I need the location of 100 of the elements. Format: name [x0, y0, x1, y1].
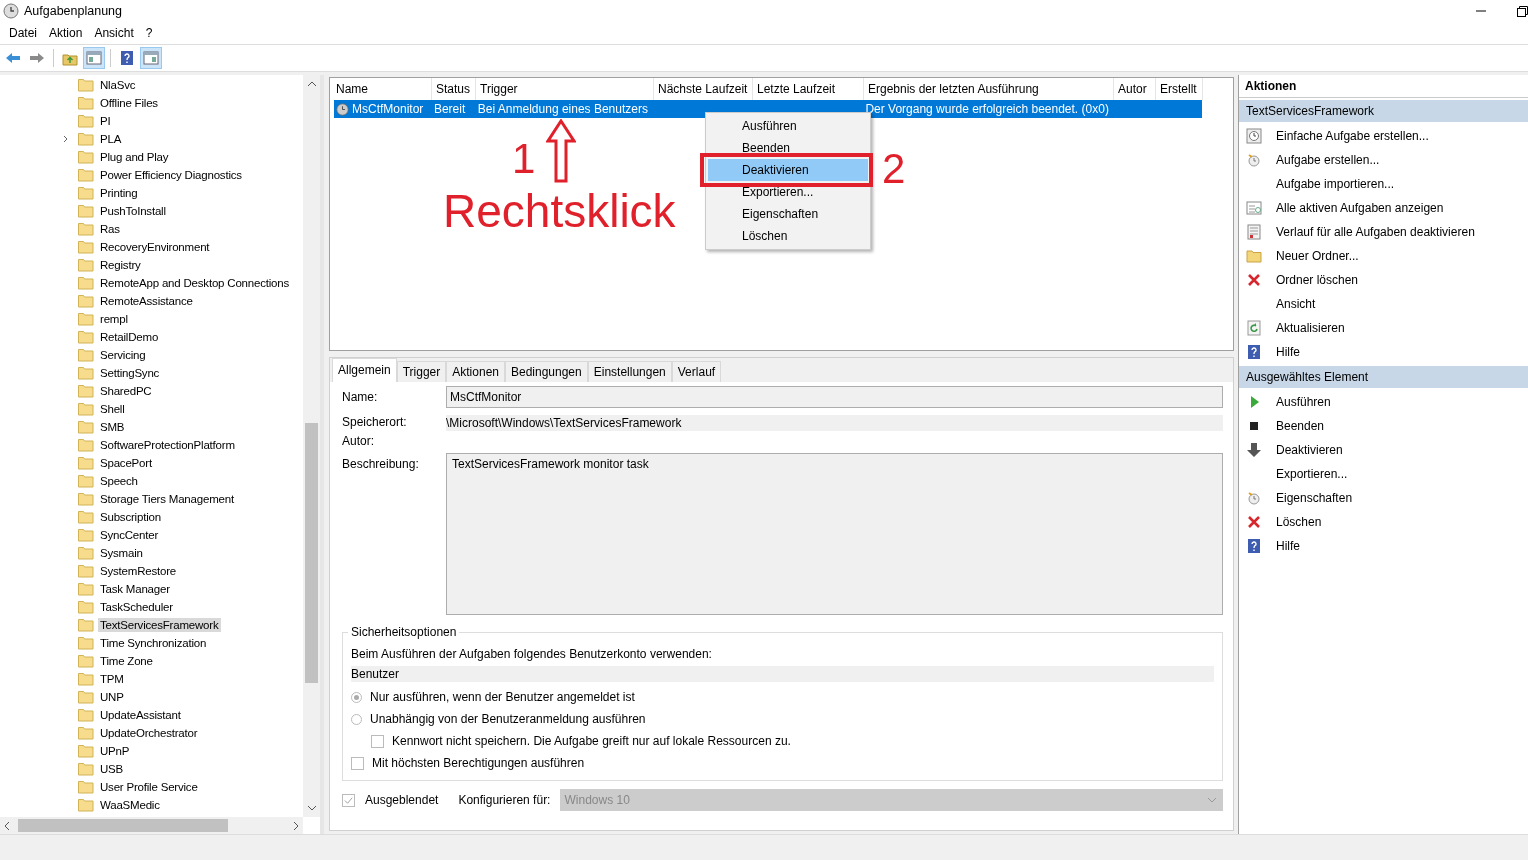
section-header[interactable]: Ausgewähltes Element	[1239, 366, 1528, 388]
tab[interactable]: Allgemein	[332, 358, 397, 382]
tree-item[interactable]: Printing	[98, 186, 140, 200]
tree-item[interactable]: UNP	[98, 690, 126, 704]
context-menu-item[interactable]: Löschen	[708, 225, 868, 247]
tab[interactable]: Trigger	[396, 361, 447, 382]
tree-item[interactable]: UpdateAssistant	[98, 708, 183, 722]
checkbox[interactable]	[371, 734, 384, 748]
tree-item[interactable]: SettingSync	[98, 366, 162, 380]
tree-item[interactable]: UpdateOrchestrator	[98, 726, 200, 740]
action-link[interactable]: Verlauf für alle Aufgaben deaktivieren	[1276, 225, 1475, 239]
tree-item[interactable]: PushToInstall	[98, 204, 168, 218]
tree-item[interactable]: PI	[98, 114, 113, 128]
folder-icon	[78, 294, 94, 308]
action-link[interactable]: Hilfe	[1276, 539, 1300, 553]
tree-item[interactable]: RetailDemo	[98, 330, 161, 344]
context-menu-item[interactable]: Beenden	[708, 137, 868, 159]
folder-icon	[78, 708, 94, 722]
tree-item[interactable]: SpacePort	[98, 456, 154, 470]
radio-button[interactable]	[351, 691, 362, 703]
action-link[interactable]: Einfache Aufgabe erstellen...	[1276, 129, 1429, 143]
tree-item[interactable]: WaaSMedic	[98, 798, 162, 812]
scroll-right-icon[interactable]	[293, 820, 299, 831]
tree-item[interactable]: USB	[98, 762, 126, 776]
tree-item[interactable]: SharedPC	[98, 384, 154, 398]
tree-item[interactable]: SMB	[98, 420, 127, 434]
menu-item[interactable]: ?	[140, 26, 158, 40]
tree-item[interactable]: User Profile Service	[98, 780, 200, 794]
scroll-up-icon[interactable]	[306, 81, 317, 87]
radio-button[interactable]	[351, 713, 362, 725]
action-link[interactable]: Alle aktiven Aufgaben anzeigen	[1276, 201, 1444, 215]
delete-icon	[1246, 272, 1262, 288]
checkbox[interactable]	[351, 756, 364, 770]
tree-item[interactable]: PLA	[98, 132, 124, 146]
context-menu-item[interactable]: Deaktivieren	[708, 159, 868, 181]
expand-chevron-icon[interactable]	[62, 135, 70, 143]
action-link[interactable]: Eigenschaften	[1276, 491, 1353, 505]
scroll-left-icon[interactable]	[4, 820, 10, 831]
tree-item[interactable]: TaskScheduler	[98, 600, 175, 614]
tab[interactable]: Aktionen	[446, 361, 505, 382]
action-link[interactable]: Exportieren...	[1276, 467, 1348, 481]
field-label: Konfigurieren für:	[458, 793, 551, 807]
action-link[interactable]: Löschen	[1276, 515, 1322, 529]
name-field[interactable]: MsCtfMonitor	[446, 386, 1223, 408]
action-link[interactable]: Hilfe	[1276, 345, 1300, 359]
restore-icon[interactable]	[1516, 5, 1528, 17]
tree-item[interactable]: Offline Files	[98, 96, 160, 110]
action-link[interactable]: Aufgabe erstellen...	[1276, 153, 1380, 167]
tree-item[interactable]: NlaSvc	[98, 78, 138, 92]
action-link[interactable]: Ordner löschen	[1276, 273, 1359, 287]
pane-right-button[interactable]	[140, 47, 162, 69]
section-header[interactable]: TextServicesFramework	[1239, 100, 1528, 122]
tree-item[interactable]: Subscription	[98, 510, 163, 524]
option-label: Kennwort nicht speichern. Die Aufgabe greift nur auf lokale Ressourcen zu.	[392, 734, 791, 748]
document-icon	[1246, 224, 1262, 240]
tree-item[interactable]: RemoteAssistance	[98, 294, 195, 308]
tree-item[interactable]: Servicing	[98, 348, 148, 362]
menu-item[interactable]: Datei	[4, 26, 42, 40]
action-link[interactable]: Beenden	[1276, 419, 1325, 433]
action-link[interactable]: Ausführen	[1276, 395, 1331, 409]
folder-icon	[78, 582, 94, 596]
context-menu-item[interactable]: Exportieren...	[708, 181, 868, 203]
tree-item[interactable]: SystemRestore	[98, 564, 178, 578]
tab[interactable]: Einstellungen	[587, 361, 672, 382]
tree-item[interactable]: Ras	[98, 222, 122, 236]
scroll-down-icon[interactable]	[306, 805, 317, 811]
tree-item[interactable]: SoftwareProtectionPlatform	[98, 438, 237, 452]
tab[interactable]: Verlauf	[671, 361, 722, 382]
action-link[interactable]: Aktualisieren	[1276, 321, 1345, 335]
action-link[interactable]: Neuer Ordner...	[1276, 249, 1359, 263]
tree-item[interactable]: Registry	[98, 258, 143, 272]
tree-item[interactable]: Time Synchronization	[98, 636, 209, 650]
tree-item[interactable]: Storage Tiers Management	[98, 492, 236, 506]
description-field[interactable]: TextServicesFramework monitor task	[446, 453, 1223, 615]
tree-item[interactable]: Sysmain	[98, 546, 145, 560]
action-link[interactable]: Ansicht	[1276, 297, 1316, 311]
tree-item[interactable]: UPnP	[98, 744, 132, 758]
menu-item[interactable]: Ansicht	[89, 26, 139, 40]
pane-left-button[interactable]	[83, 47, 105, 69]
tree-item[interactable]: Plug and Play	[98, 150, 171, 164]
tree-item[interactable]: RecoveryEnvironment	[98, 240, 212, 254]
tree-item[interactable]: RemoteApp and Desktop Connections	[98, 276, 292, 290]
context-menu-item[interactable]: Ausführen	[708, 115, 868, 137]
tree-item[interactable]: SyncCenter	[98, 528, 161, 542]
tree-item[interactable]: rempl	[98, 312, 130, 326]
vertical-scrollbar[interactable]	[303, 75, 320, 817]
action-link[interactable]: Deaktivieren	[1276, 443, 1343, 457]
tab[interactable]: Bedingungen	[505, 361, 588, 382]
tree-item[interactable]: TextServicesFramework	[98, 618, 221, 632]
tree-item[interactable]: Time Zone	[98, 654, 155, 668]
tree-item[interactable]: Task Manager	[98, 582, 172, 596]
tree-item[interactable]: Shell	[98, 402, 127, 416]
tree-item[interactable]: Speech	[98, 474, 140, 488]
action-link[interactable]: Aufgabe importieren...	[1276, 177, 1395, 191]
context-menu-item[interactable]: Eigenschaften	[708, 203, 868, 225]
tree-item[interactable]: TPM	[98, 672, 126, 686]
tree-item[interactable]: Power Efficiency Diagnostics	[98, 168, 244, 182]
checkbox[interactable]	[342, 793, 355, 807]
horizontal-scrollbar[interactable]	[0, 817, 303, 834]
menu-item[interactable]: Aktion	[44, 26, 88, 40]
